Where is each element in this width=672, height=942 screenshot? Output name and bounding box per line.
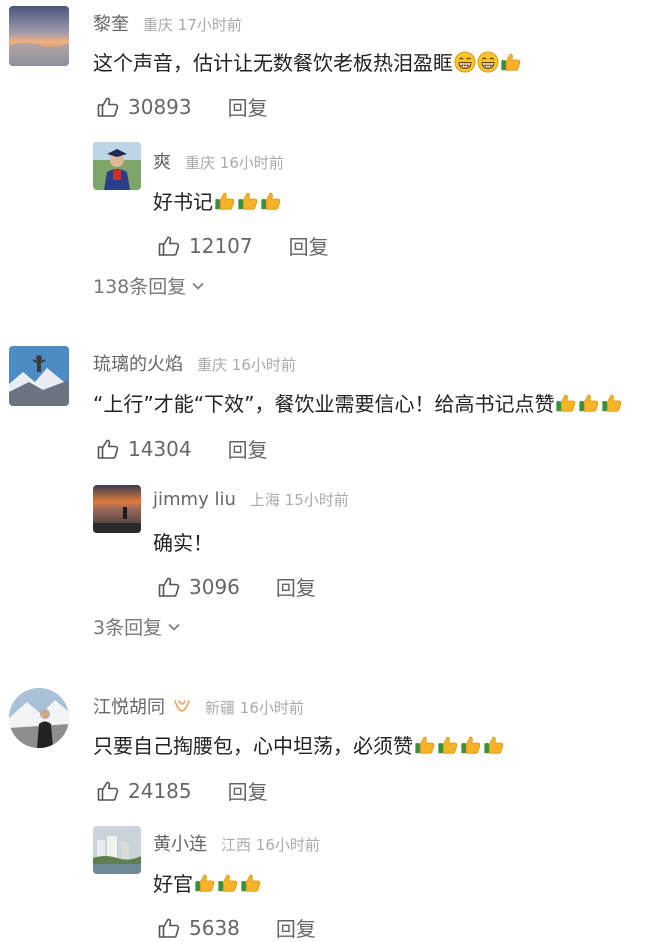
thumb-outline-icon[interactable] [96, 779, 120, 803]
grin-emoji [477, 51, 499, 73]
timestamp: 17小时前 [177, 16, 242, 34]
thumb-outline-icon[interactable] [157, 916, 181, 940]
reply-text: 确实！ [153, 529, 213, 557]
avatar[interactable] [9, 6, 69, 66]
reply-actions: 5638 回复 [157, 913, 316, 942]
reply-button[interactable]: 回复 [289, 231, 329, 260]
comment-meta: 黎奎 重庆 17小时前 [93, 10, 242, 36]
like-count: 3096 [189, 574, 240, 599]
location-time: 上海 15小时前 [250, 489, 349, 510]
username[interactable]: 江悦胡同 [93, 693, 165, 719]
timestamp: 15小时前 [284, 491, 349, 509]
reply-button[interactable]: 回复 [228, 92, 268, 121]
thumbs-up-emoji [601, 392, 623, 414]
reply-text: 好书记 [153, 188, 282, 216]
location-time: 重庆 16小时前 [197, 354, 296, 375]
location: 江西 [221, 836, 252, 854]
comment-actions: 24185 回复 [96, 776, 268, 805]
reply-meta: 爽 重庆 16小时前 [153, 148, 284, 174]
avatar[interactable] [93, 142, 141, 190]
location-time: 重庆 17小时前 [143, 14, 242, 35]
reply-button[interactable]: 回复 [276, 572, 316, 601]
reply-body: 确实！ [153, 531, 213, 555]
thumbs-up-emoji [240, 872, 262, 894]
comment-body: 只要自己掏腰包，心中坦荡，必须赞 [93, 734, 413, 758]
comment-text: 这个声音，估计让无数餐饮老板热泪盈眶 [93, 49, 522, 77]
thumbs-up-emoji [460, 734, 482, 756]
avatar[interactable] [93, 826, 141, 874]
comment-meta: 江悦胡同 新疆 16小时前 [93, 693, 304, 719]
location-time: 江西 16小时前 [221, 834, 320, 855]
location: 重庆 [197, 356, 228, 374]
location: 重庆 [143, 16, 174, 34]
username[interactable]: jimmy liu [153, 489, 236, 510]
thumbs-up-emoji [555, 392, 577, 414]
timestamp: 16小时前 [231, 356, 296, 374]
comment-actions: 30893 回复 [96, 92, 268, 121]
username[interactable]: 琉璃的火焰 [93, 350, 183, 376]
comment-text: “上行”才能“下效”，餐饮业需要信心！给高书记点赞 [93, 390, 623, 418]
reply-meta: 黄小连 江西 16小时前 [153, 830, 320, 856]
thumbs-up-emoji [578, 392, 600, 414]
more-replies-label: 138条回复 [93, 276, 187, 298]
chevron-down-icon [167, 622, 181, 632]
reply-button[interactable]: 回复 [276, 913, 316, 942]
more-replies-link[interactable]: 138条回复 [93, 272, 205, 299]
reply-body: 好官 [153, 872, 193, 896]
username[interactable]: 黎奎 [93, 10, 129, 36]
more-replies-link[interactable]: 3条回复 [93, 613, 181, 640]
grin-emoji [454, 51, 476, 73]
thumbs-up-emoji [483, 734, 505, 756]
avatar[interactable] [9, 346, 69, 406]
thumb-outline-icon[interactable] [96, 95, 120, 119]
thumb-outline-icon[interactable] [96, 437, 120, 461]
more-replies-label: 3条回复 [93, 617, 163, 639]
thumb-outline-icon[interactable] [157, 575, 181, 599]
reply-meta: jimmy liu 上海 15小时前 [153, 489, 349, 510]
thumbs-up-emoji [260, 190, 282, 212]
reply-button[interactable]: 回复 [228, 776, 268, 805]
thumbs-up-emoji [237, 190, 259, 212]
thumbs-up-emoji [194, 872, 216, 894]
comment-body: “上行”才能“下效”，餐饮业需要信心！给高书记点赞 [93, 392, 555, 416]
reply-body: 好书记 [153, 190, 213, 214]
username[interactable]: 爽 [153, 148, 171, 174]
like-count: 24185 [128, 778, 192, 803]
comment-meta: 琉璃的火焰 重庆 16小时前 [93, 350, 296, 376]
timestamp: 16小时前 [239, 699, 304, 717]
thumbs-up-emoji [414, 734, 436, 756]
location: 上海 [249, 491, 280, 509]
comment-text: 只要自己掏腰包，心中坦荡，必须赞 [93, 732, 505, 760]
timestamp: 16小时前 [219, 154, 284, 172]
comment-actions: 14304 回复 [96, 434, 268, 463]
location: 重庆 [185, 154, 216, 172]
vip-badge-icon [174, 700, 190, 712]
thumb-outline-icon[interactable] [157, 234, 181, 258]
location-time: 新疆 16小时前 [205, 697, 304, 718]
like-count: 12107 [189, 233, 253, 258]
avatar[interactable] [9, 688, 69, 748]
thumbs-up-emoji [214, 190, 236, 212]
chevron-down-icon [191, 281, 205, 291]
comment-list: 黎奎 重庆 17小时前 这个声音，估计让无数餐饮老板热泪盈眶 30893 回复 … [0, 0, 672, 942]
reply-actions: 3096 回复 [157, 572, 316, 601]
location: 新疆 [205, 699, 236, 717]
thumbs-up-emoji [437, 734, 459, 756]
like-count: 30893 [128, 94, 192, 119]
avatar[interactable] [93, 485, 141, 533]
timestamp: 16小时前 [255, 836, 320, 854]
reply-text: 好官 [153, 870, 262, 898]
comment-body: 这个声音，估计让无数餐饮老板热泪盈眶 [93, 51, 453, 75]
location-time: 重庆 16小时前 [185, 152, 284, 173]
username[interactable]: 黄小连 [153, 830, 207, 856]
like-count: 14304 [128, 436, 192, 461]
reply-button[interactable]: 回复 [228, 434, 268, 463]
reply-actions: 12107 回复 [157, 231, 329, 260]
thumbs-up-emoji [500, 51, 522, 73]
thumbs-up-emoji [217, 872, 239, 894]
like-count: 5638 [189, 915, 240, 940]
